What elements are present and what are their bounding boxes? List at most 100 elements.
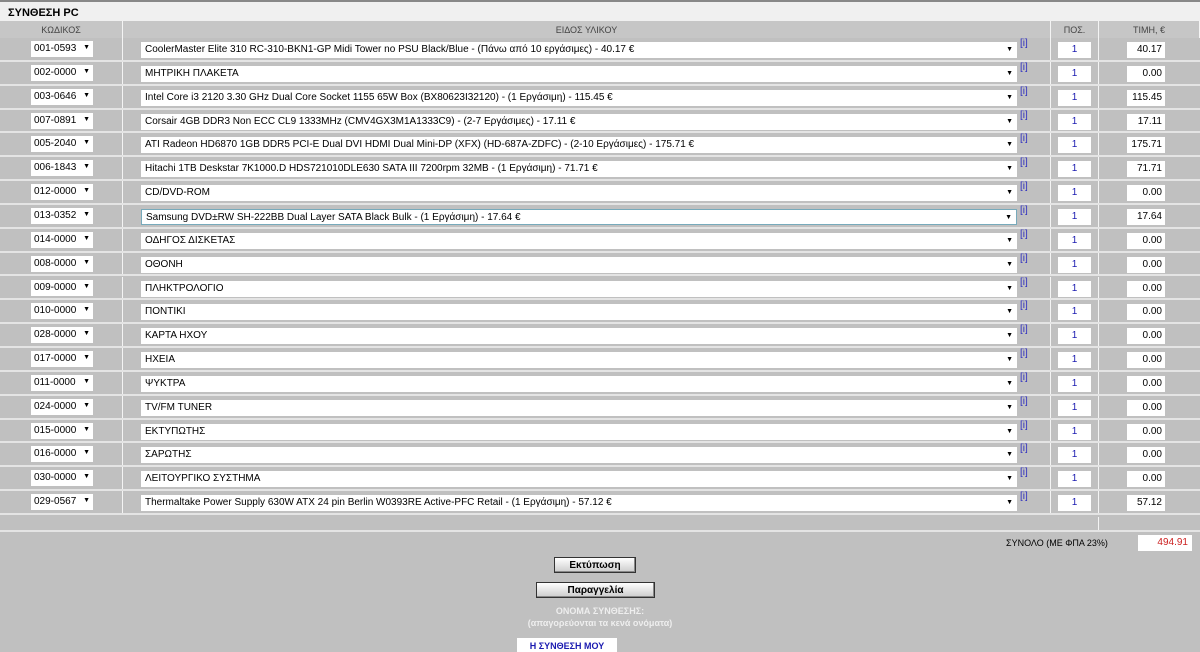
item-select[interactable]: ΣΑΡΩΤΗΣ ▼ — [141, 447, 1017, 464]
code-select[interactable]: 015-0000 ▼ — [31, 422, 93, 439]
table-row: 011-0000 ▼ ΨΥΚΤΡΑ ▼ [i] 1 0.00 — [0, 371, 1200, 396]
item-select[interactable]: ΠΛΗΚΤΡΟΛΟΓΙΟ ▼ — [141, 280, 1017, 297]
quantity-input[interactable]: 1 — [1058, 447, 1091, 464]
code-select[interactable]: 014-0000 ▼ — [31, 231, 93, 248]
code-select[interactable]: 006-1843 ▼ — [31, 160, 93, 177]
item-select[interactable]: ΚΑΡΤΑ ΗΧΟΥ ▼ — [141, 328, 1017, 345]
item-value: CoolerMaster Elite 310 RC-310-BKN1-GP Mi… — [145, 44, 635, 55]
info-icon[interactable]: [i] — [1020, 253, 1028, 264]
code-select[interactable]: 030-0000 ▼ — [31, 470, 93, 487]
info-icon[interactable]: [i] — [1020, 277, 1028, 288]
info-icon[interactable]: [i] — [1020, 110, 1028, 121]
code-select[interactable]: 012-0000 ▼ — [31, 184, 93, 201]
item-select[interactable]: ΗΧΕΙΑ ▼ — [141, 352, 1017, 369]
code-value: 017-0000 — [34, 353, 77, 365]
table-row: 002-0000 ▼ ΜΗΤΡΙΚΗ ΠΛΑΚΕΤΑ ▼ [i] 1 0.00 — [0, 61, 1200, 86]
chevron-down-icon: ▼ — [1006, 403, 1013, 411]
item-select[interactable]: Thermaltake Power Supply 630W ATX 24 pin… — [141, 495, 1017, 512]
item-value: ΗΧΕΙΑ — [145, 354, 176, 366]
quantity-input[interactable]: 1 — [1058, 185, 1091, 202]
price-value: 0.00 — [1127, 471, 1165, 488]
table-row: 014-0000 ▼ ΟΔΗΓΟΣ ΔΙΣΚΕΤΑΣ ▼ [i] 1 0.00 — [0, 228, 1200, 253]
code-select[interactable]: 029-0567 ▼ — [31, 494, 93, 511]
item-select[interactable]: CoolerMaster Elite 310 RC-310-BKN1-GP Mi… — [141, 42, 1017, 58]
info-icon[interactable]: [i] — [1020, 62, 1028, 73]
item-select[interactable]: ΜΗΤΡΙΚΗ ΠΛΑΚΕΤΑ ▼ — [141, 65, 1017, 82]
code-select[interactable]: 003-0646 ▼ — [31, 88, 93, 105]
info-icon[interactable]: [i] — [1020, 467, 1028, 478]
quantity-input[interactable]: 1 — [1058, 423, 1091, 440]
quantity-input[interactable]: 1 — [1058, 352, 1091, 369]
quantity-input[interactable]: 1 — [1058, 42, 1091, 58]
info-icon[interactable]: [i] — [1020, 38, 1028, 49]
order-button[interactable]: Παραγγελία — [536, 582, 655, 598]
quantity-input[interactable]: 1 — [1058, 256, 1091, 273]
print-button[interactable]: Εκτύπωση — [554, 557, 636, 573]
info-icon[interactable]: [i] — [1020, 181, 1028, 192]
code-select[interactable]: 024-0000 ▼ — [31, 398, 93, 415]
info-icon[interactable]: [i] — [1020, 86, 1028, 97]
quantity-input[interactable]: 1 — [1058, 113, 1091, 130]
item-select[interactable]: ΛΕΙΤΟΥΡΓΙΚΟ ΣΥΣΤΗΜΑ ▼ — [141, 471, 1017, 488]
chevron-down-icon: ▼ — [83, 377, 90, 385]
item-select[interactable]: Samsung DVD±RW SH-222BB Dual Layer SATA … — [141, 208, 1017, 225]
code-select[interactable]: 016-0000 ▼ — [31, 446, 93, 463]
quantity-input[interactable]: 1 — [1058, 495, 1091, 512]
price-value: 0.00 — [1127, 423, 1165, 440]
info-icon[interactable]: [i] — [1020, 157, 1028, 168]
price-value: 0.00 — [1127, 352, 1165, 369]
code-select[interactable]: 013-0352 ▼ — [31, 207, 93, 224]
info-icon[interactable]: [i] — [1020, 324, 1028, 335]
code-select[interactable]: 002-0000 ▼ — [31, 64, 93, 81]
item-select[interactable]: Hitachi 1TB Deskstar 7K1000.D HDS721010D… — [141, 161, 1017, 178]
quantity-input[interactable]: 1 — [1058, 375, 1091, 392]
info-icon[interactable]: [i] — [1020, 396, 1028, 407]
info-icon[interactable]: [i] — [1020, 491, 1028, 502]
item-value: Thermaltake Power Supply 630W ATX 24 pin… — [145, 497, 612, 509]
quantity-input[interactable]: 1 — [1058, 232, 1091, 249]
code-select[interactable]: 007-0891 ▼ — [31, 112, 93, 129]
info-icon[interactable]: [i] — [1020, 420, 1028, 431]
item-select[interactable]: Corsair 4GB DDR3 Non ECC CL9 1333MHz (CM… — [141, 113, 1017, 130]
price-value: 175.71 — [1127, 137, 1165, 154]
item-select[interactable]: ATI Radeon HD6870 1GB DDR5 PCI-E Dual DV… — [141, 137, 1017, 154]
price-value: 57.12 — [1127, 495, 1165, 512]
chevron-down-icon: ▼ — [1006, 117, 1013, 125]
item-select[interactable]: ΠΟΝΤΙΚΙ ▼ — [141, 304, 1017, 321]
quantity-input[interactable]: 1 — [1058, 65, 1091, 82]
quantity-input[interactable]: 1 — [1058, 304, 1091, 321]
info-icon[interactable]: [i] — [1020, 443, 1028, 454]
item-select[interactable]: ΨΥΚΤΡΑ ▼ — [141, 375, 1017, 392]
code-select[interactable]: 009-0000 ▼ — [31, 279, 93, 296]
info-icon[interactable]: [i] — [1020, 205, 1028, 216]
code-select[interactable]: 008-0000 ▼ — [31, 255, 93, 272]
code-select[interactable]: 010-0000 ▼ — [31, 303, 93, 320]
quantity-input[interactable]: 1 — [1058, 471, 1091, 488]
price-value: 0.00 — [1127, 65, 1165, 82]
quantity-input[interactable]: 1 — [1058, 280, 1091, 297]
code-select[interactable]: 028-0000 ▼ — [31, 327, 93, 344]
quantity-input[interactable]: 1 — [1058, 399, 1091, 416]
quantity-input[interactable]: 1 — [1058, 328, 1091, 345]
quantity-input[interactable]: 1 — [1058, 208, 1091, 225]
chevron-down-icon: ▼ — [1006, 499, 1013, 507]
item-select[interactable]: ΟΘΟΝΗ ▼ — [141, 256, 1017, 273]
item-select[interactable]: ΕΚΤΥΠΩΤΗΣ ▼ — [141, 423, 1017, 440]
code-select[interactable]: 017-0000 ▼ — [31, 351, 93, 368]
info-icon[interactable]: [i] — [1020, 372, 1028, 383]
code-select[interactable]: 001-0593 ▼ — [31, 41, 93, 57]
info-icon[interactable]: [i] — [1020, 133, 1028, 144]
info-icon[interactable]: [i] — [1020, 229, 1028, 240]
code-select[interactable]: 005-2040 ▼ — [31, 136, 93, 153]
quantity-input[interactable]: 1 — [1058, 137, 1091, 154]
item-select[interactable]: CD/DVD-ROM ▼ — [141, 185, 1017, 202]
quantity-input[interactable]: 1 — [1058, 89, 1091, 106]
item-select[interactable]: Intel Core i3 2120 3.30 GHz Dual Core So… — [141, 89, 1017, 106]
item-select[interactable]: ΟΔΗΓΟΣ ΔΙΣΚΕΤΑΣ ▼ — [141, 232, 1017, 249]
info-icon[interactable]: [i] — [1020, 300, 1028, 311]
item-select[interactable]: TV/FM TUNER ▼ — [141, 399, 1017, 416]
quantity-input[interactable]: 1 — [1058, 161, 1091, 178]
config-name-input[interactable]: Η ΣΥΝΘΕΣΗ ΜΟΥ — [517, 638, 617, 652]
code-select[interactable]: 011-0000 ▼ — [31, 374, 93, 391]
info-icon[interactable]: [i] — [1020, 348, 1028, 359]
